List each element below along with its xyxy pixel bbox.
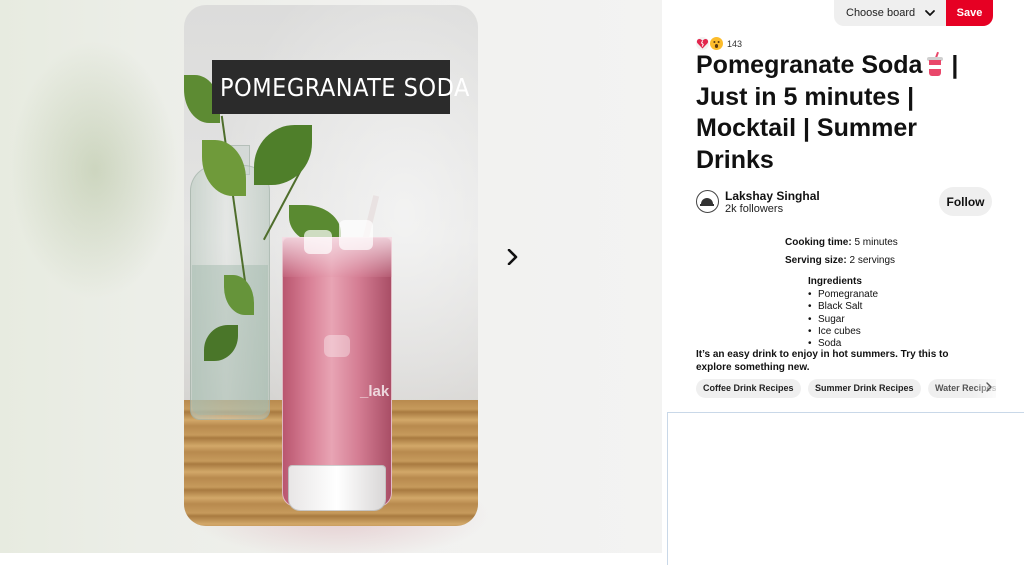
list-item: Sugar [808, 314, 878, 327]
save-button[interactable]: Save [946, 0, 993, 26]
comments-frame-top-border [667, 412, 1024, 413]
ice-cube [339, 220, 373, 250]
glass-foam [282, 237, 392, 277]
creator-name[interactable]: Lakshay Singhal [725, 189, 820, 203]
pin-title-main: Pomegranate Soda [696, 51, 923, 79]
blurred-background-plant [10, 40, 180, 300]
tag-chip[interactable]: Summer Drink Recipes [807, 379, 921, 398]
ice-cube [304, 230, 332, 254]
pin-title: Pomegranate Soda | Just in 5 minutes | M… [696, 50, 996, 176]
related-tags: Coffee Drink Recipes Summer Drink Recipe… [696, 378, 996, 398]
tag-chip[interactable]: Coffee Drink Recipes [696, 379, 801, 398]
wow-face-icon [710, 37, 723, 50]
ice-cube [324, 335, 350, 357]
comments-frame-left-border [667, 412, 668, 565]
ingredients-heading: Ingredients [808, 276, 862, 287]
reactions-row[interactable]: 143 [696, 37, 742, 50]
chevron-right-icon [507, 249, 518, 265]
follow-button[interactable]: Follow [939, 187, 992, 216]
serving-size-label: Serving size: [785, 255, 847, 266]
list-item: Pomegranate [808, 289, 878, 302]
soda-cup-icon [926, 51, 944, 76]
chevron-down-icon [925, 10, 935, 16]
board-select-label: Choose board [846, 7, 916, 19]
creator-followers: 2k followers [725, 203, 784, 215]
next-image-button[interactable] [500, 244, 526, 270]
ingredients-list: Pomegranate Black Salt Sugar Ice cubes S… [808, 289, 878, 351]
reaction-count: 143 [727, 38, 743, 49]
pin-description: It’s an easy drink to enjoy in hot summe… [696, 349, 949, 373]
image-title-text: POMEGRANATE SODA [220, 72, 470, 102]
list-item: Ice cubes [808, 326, 878, 339]
cooking-time-value: 5 minutes [851, 237, 898, 248]
image-title-band: POMEGRANATE SODA [212, 60, 478, 114]
serving-size-value: 2 servings [846, 255, 896, 266]
board-select-dropdown[interactable]: Choose board [834, 0, 946, 26]
pin-media-panel: _lak POMEGRANATE SODA [0, 0, 662, 553]
image-watermark: _lak [360, 383, 390, 400]
avatar[interactable] [696, 190, 719, 213]
pin-image[interactable]: _lak POMEGRANATE SODA [184, 5, 478, 526]
serving-size: Serving size: 2 servings [785, 255, 895, 266]
glass-base [288, 465, 386, 511]
chevron-right-icon[interactable] [985, 382, 993, 392]
cooking-time-label: Cooking time: [785, 237, 852, 248]
list-item: Black Salt [808, 301, 878, 314]
cooking-time: Cooking time: 5 minutes [785, 237, 898, 248]
heart-break-icon [696, 37, 709, 50]
